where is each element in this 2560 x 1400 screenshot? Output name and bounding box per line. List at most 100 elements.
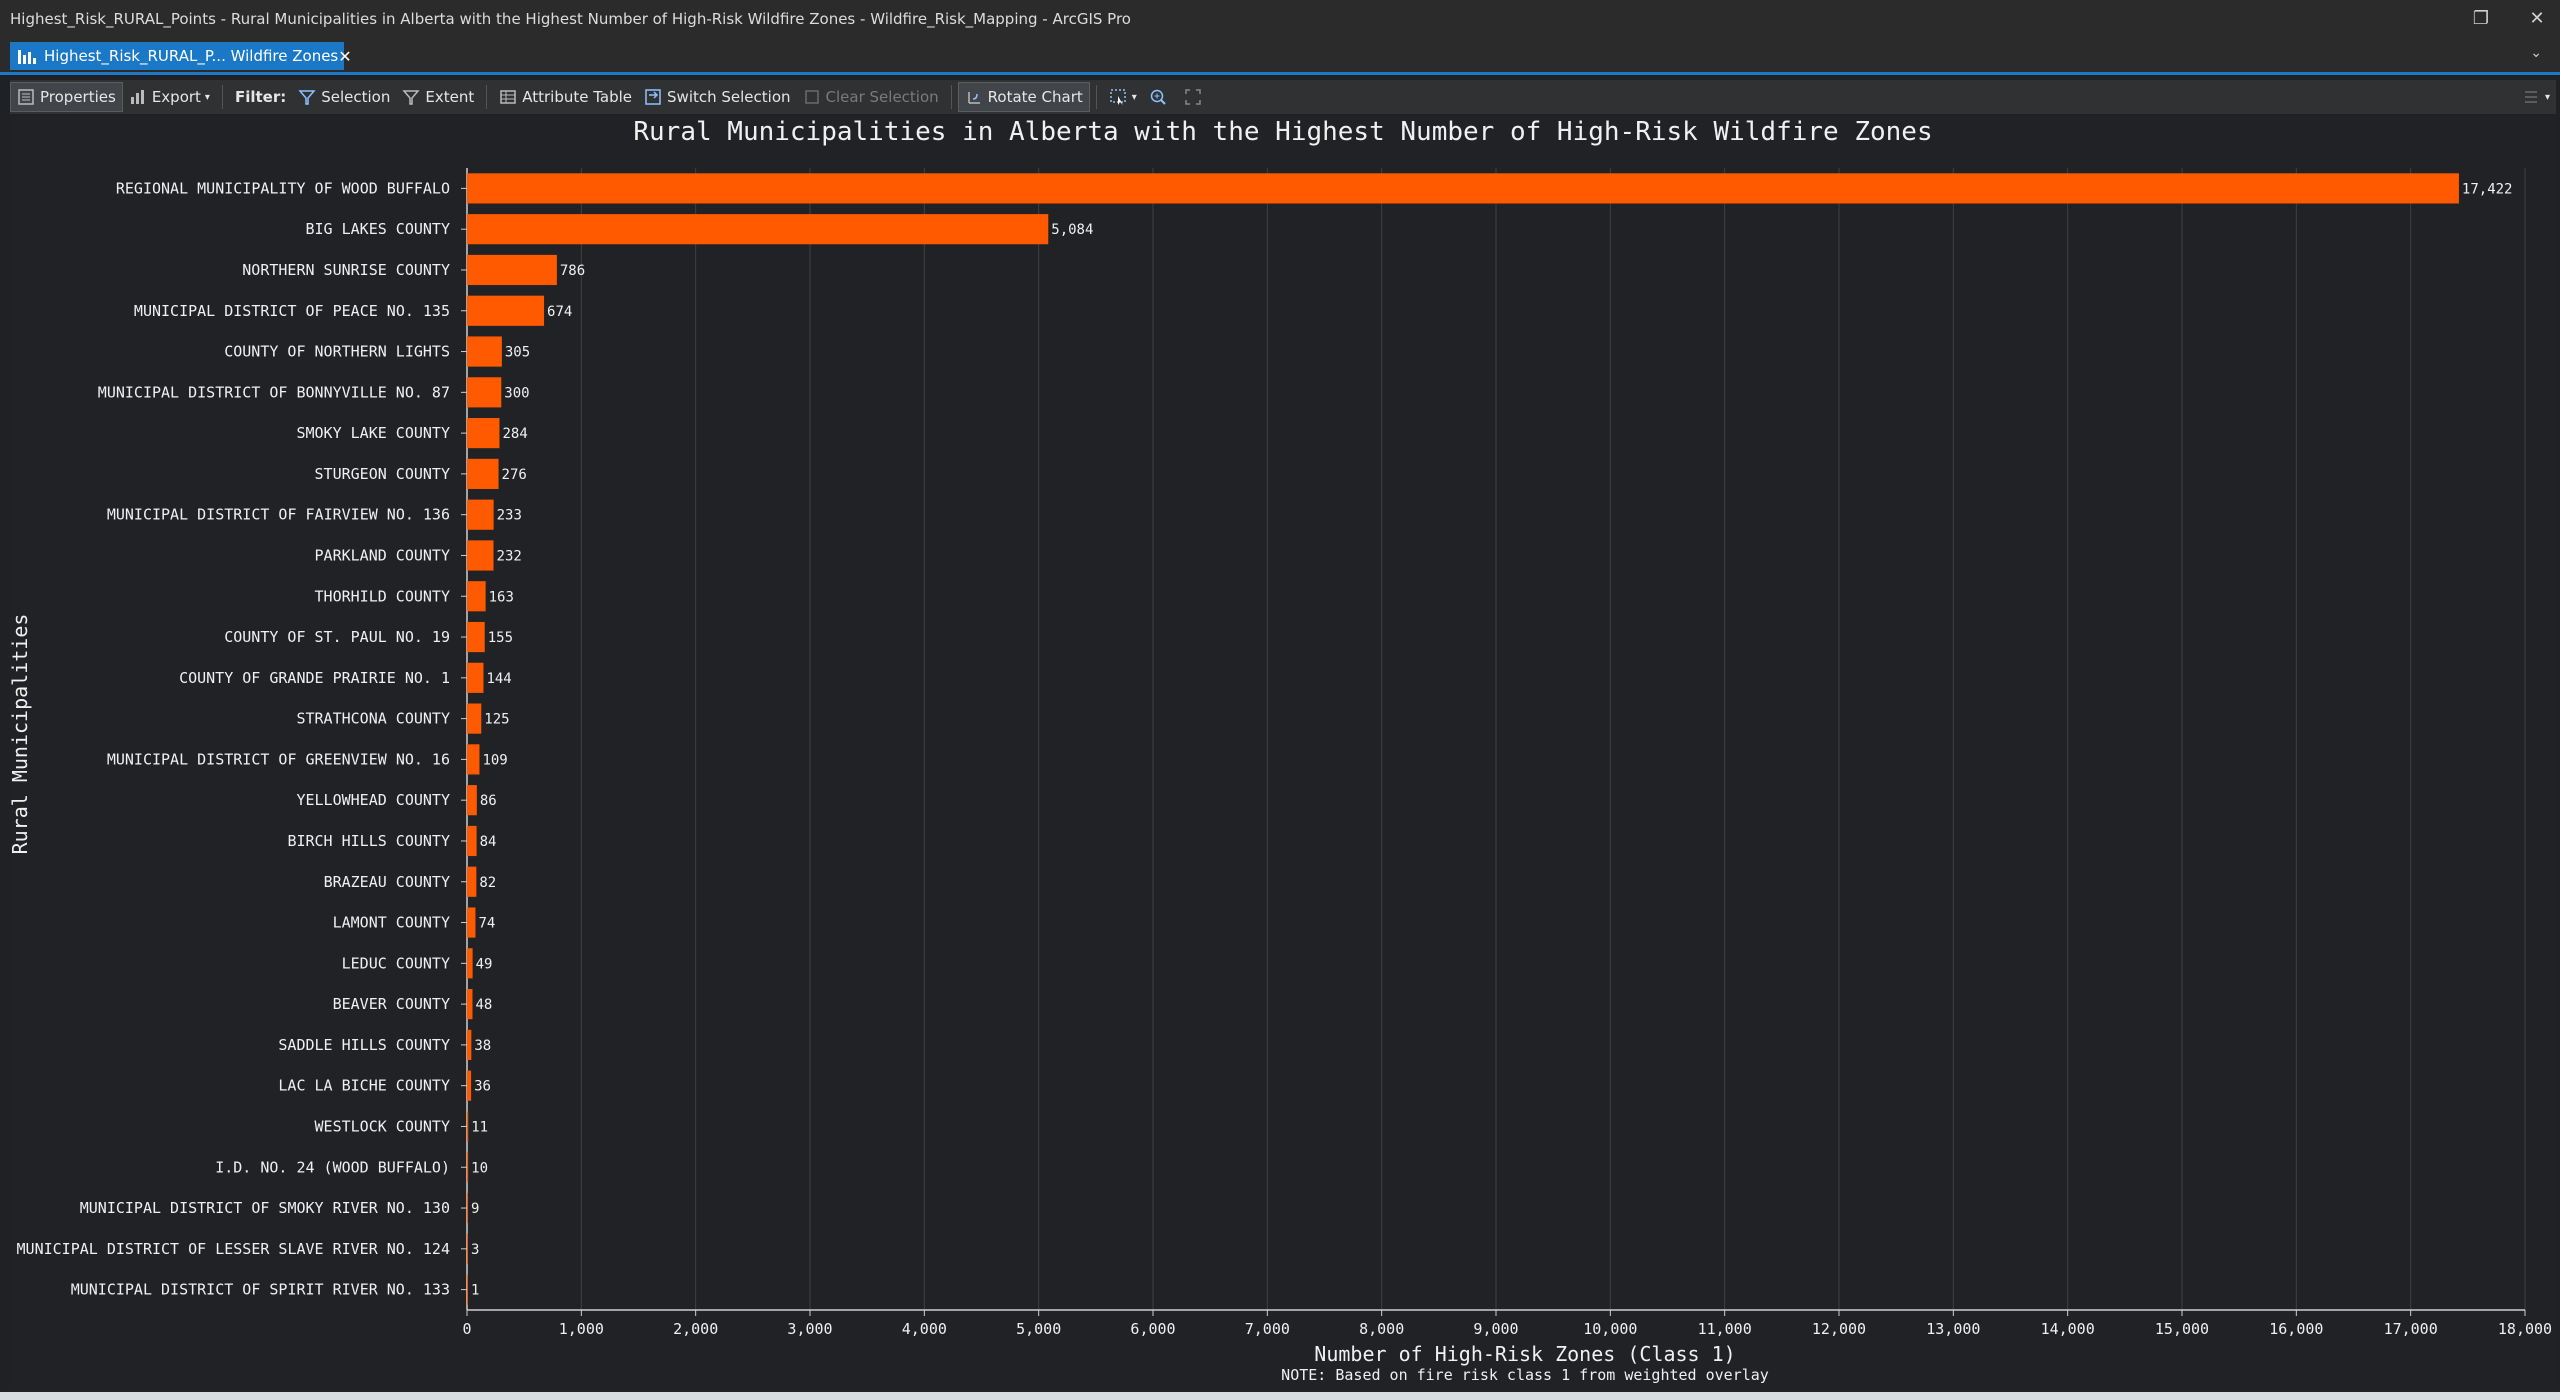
bar[interactable] xyxy=(467,1111,469,1142)
bar[interactable] xyxy=(467,1070,472,1101)
x-tick-label: 2,000 xyxy=(673,1320,718,1338)
bar[interactable] xyxy=(467,295,545,326)
toolbar-separator xyxy=(950,85,952,109)
y-tick-label: MUNICIPAL DISTRICT OF BONNYVILLE NO. 87 xyxy=(98,383,450,401)
y-tick-label: BIRCH HILLS COUNTY xyxy=(287,832,450,850)
bar[interactable] xyxy=(467,1152,469,1183)
y-tick-label: SADDLE HILLS COUNTY xyxy=(278,1036,450,1054)
bar[interactable] xyxy=(467,948,473,979)
bar[interactable] xyxy=(467,907,476,938)
data-label: 38 xyxy=(474,1038,491,1054)
data-label: 125 xyxy=(484,712,509,728)
bar[interactable] xyxy=(467,458,499,489)
data-label: 233 xyxy=(497,508,522,524)
bar[interactable] xyxy=(467,418,500,449)
x-tick-label: 14,000 xyxy=(2041,1320,2095,1338)
bar[interactable] xyxy=(467,336,502,367)
window-titlebar: Highest_Risk_RURAL_Points - Rural Munici… xyxy=(0,0,2560,37)
bar[interactable] xyxy=(467,1029,472,1060)
bar-chart-icon xyxy=(18,48,36,64)
filter-selection-button[interactable]: Selection xyxy=(292,83,396,111)
bar[interactable] xyxy=(467,377,502,408)
y-tick-label: MUNICIPAL DISTRICT OF PEACE NO. 135 xyxy=(134,302,450,320)
y-tick-label: NORTHERN SUNRISE COUNTY xyxy=(242,261,450,279)
switch-selection-button[interactable]: Switch Selection xyxy=(638,83,797,111)
y-tick-label: SMOKY LAKE COUNTY xyxy=(296,424,450,442)
data-label: 1 xyxy=(471,1283,479,1299)
bar[interactable] xyxy=(467,703,482,734)
full-extent-icon xyxy=(1184,88,1202,106)
y-tick-label: REGIONAL MUNICIPALITY OF WOOD BUFFALO xyxy=(116,179,450,197)
x-tick-label: 11,000 xyxy=(1698,1320,1752,1338)
toolbar-separator xyxy=(1095,85,1097,109)
chart-list-button[interactable]: ▾ xyxy=(2516,83,2556,111)
tab-overflow-icon[interactable]: ⌄ xyxy=(2530,45,2542,61)
zoom-in-icon xyxy=(1149,88,1167,106)
bar[interactable] xyxy=(467,1233,468,1264)
y-tick-label: MUNICIPAL DISTRICT OF LESSER SLAVE RIVER… xyxy=(17,1240,450,1258)
rotate-chart-button[interactable]: Rotate Chart xyxy=(957,82,1090,112)
data-label: 36 xyxy=(474,1079,491,1095)
data-label: 786 xyxy=(560,263,585,279)
restore-button[interactable]: ❐ xyxy=(2458,0,2504,37)
data-label: 9 xyxy=(471,1201,479,1217)
bar[interactable] xyxy=(467,214,1049,245)
bar-chart[interactable]: 0 1,000 2,000 3,000 4,000 5,000 6,000 7,000 8,00… xyxy=(10,116,2556,1385)
bar[interactable] xyxy=(467,662,484,693)
attribute-table-button[interactable]: Attribute Table xyxy=(493,83,638,111)
bar[interactable] xyxy=(467,744,480,775)
filter-extent-button[interactable]: Extent xyxy=(396,83,480,111)
list-icon xyxy=(2522,88,2540,106)
y-tick-label: I.D. NO. 24 (WOOD BUFFALO) xyxy=(215,1158,450,1176)
y-tick-label: LAMONT COUNTY xyxy=(333,914,450,932)
data-label: 155 xyxy=(488,630,513,646)
attribute-table-label: Attribute Table xyxy=(522,88,633,106)
data-label: 84 xyxy=(480,834,497,850)
bar[interactable] xyxy=(467,866,477,897)
bar[interactable] xyxy=(467,1274,468,1305)
data-label: 300 xyxy=(504,385,529,401)
y-tick-label: WESTLOCK COUNTY xyxy=(315,1117,450,1135)
bar[interactable] xyxy=(467,540,494,571)
bar[interactable] xyxy=(467,581,486,612)
x-axis-label: Number of High-Risk Zones (Class 1) xyxy=(1314,1342,1736,1366)
extent-label: Extent xyxy=(425,88,475,106)
bar[interactable] xyxy=(467,785,477,816)
x-tick-label: 1,000 xyxy=(559,1320,604,1338)
bar[interactable] xyxy=(467,989,473,1020)
clear-selection-button[interactable]: Clear Selection xyxy=(797,83,945,111)
bar[interactable] xyxy=(467,621,485,653)
data-label: 74 xyxy=(478,916,495,932)
x-tick-label: 13,000 xyxy=(1926,1320,1980,1338)
data-label: 48 xyxy=(475,997,492,1013)
select-tool-button[interactable]: ▾ xyxy=(1103,83,1143,111)
data-label: 82 xyxy=(479,875,496,891)
close-window-button[interactable]: ✕ xyxy=(2514,0,2560,37)
data-label: 144 xyxy=(486,671,511,687)
status-strip xyxy=(0,1392,2560,1400)
tab-chart[interactable]: Highest_Risk_RURAL_P... Wildfire Zones ✕ xyxy=(10,42,352,70)
data-label: 5,084 xyxy=(1051,222,1093,238)
full-extent-button[interactable] xyxy=(1178,83,1213,111)
bar[interactable] xyxy=(467,499,494,530)
bar[interactable] xyxy=(467,173,2459,204)
y-tick-label: MUNICIPAL DISTRICT OF FAIRVIEW NO. 136 xyxy=(107,506,450,524)
bar[interactable] xyxy=(467,1192,469,1224)
chevron-down-icon: ▾ xyxy=(204,91,210,103)
y-tick-label: MUNICIPAL DISTRICT OF SMOKY RIVER NO. 13… xyxy=(80,1199,450,1217)
properties-button[interactable]: Properties xyxy=(10,82,123,112)
bar[interactable] xyxy=(467,825,477,857)
export-label: Export xyxy=(151,88,201,106)
x-tick-label: 3,000 xyxy=(787,1320,832,1338)
x-tick-label: 12,000 xyxy=(1812,1320,1866,1338)
export-button[interactable]: Export ▾ xyxy=(123,83,216,111)
chart-toolbar: Properties Export ▾ Filter: Selection Ex… xyxy=(10,80,2556,114)
bar[interactable] xyxy=(467,254,557,286)
data-label: 10 xyxy=(471,1160,488,1176)
data-label: 109 xyxy=(482,752,507,768)
toolbar-separator xyxy=(486,85,488,109)
table-icon xyxy=(499,88,517,106)
tab-close-icon[interactable]: ✕ xyxy=(338,47,351,66)
y-axis-label: Rural Municipalities xyxy=(8,613,32,855)
zoom-in-button[interactable] xyxy=(1143,83,1178,111)
